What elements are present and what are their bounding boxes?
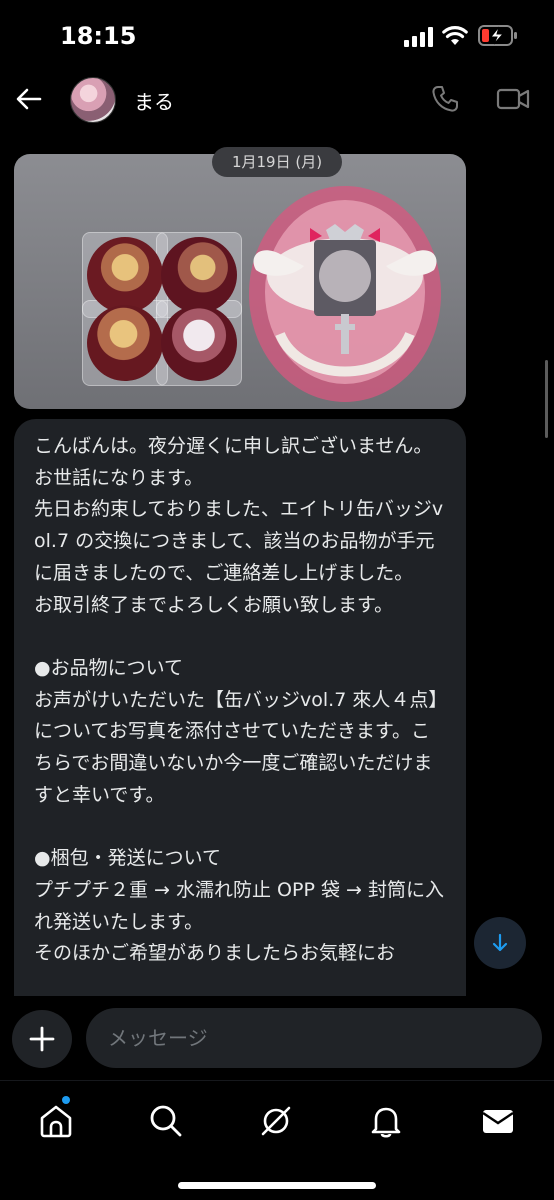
bell-icon[interactable] [366, 1101, 406, 1141]
phone-icon[interactable] [430, 84, 460, 114]
conversation-header: まる [0, 74, 554, 126]
badge-rosette [249, 186, 441, 402]
video-icon[interactable] [496, 85, 530, 113]
home-icon[interactable] [36, 1101, 76, 1141]
search-icon[interactable] [146, 1101, 186, 1141]
conversation-user-name[interactable]: まる [134, 86, 174, 115]
cellular-signal-icon [404, 27, 433, 47]
message-photo[interactable] [14, 154, 466, 409]
date-separator: 1月19日 (月) [212, 147, 342, 177]
message-bubble: こんばんは。夜分遅くに申し訳ございません。お世話になります。 先日お約束しており… [14, 419, 466, 1019]
back-arrow-icon[interactable] [14, 84, 44, 114]
home-indicator [178, 1182, 376, 1189]
add-attachment-button[interactable] [12, 1010, 72, 1068]
status-bar: 18:15 [0, 0, 554, 74]
message-input[interactable] [86, 1008, 542, 1068]
scroll-to-bottom-button[interactable] [474, 917, 526, 969]
status-time: 18:15 [60, 22, 137, 50]
message-composer [0, 996, 554, 1080]
scrollbar[interactable] [545, 360, 548, 438]
avatar[interactable] [70, 77, 116, 123]
grok-icon[interactable] [256, 1101, 296, 1141]
plus-icon [29, 1026, 55, 1052]
battery-low-charging-icon [478, 25, 517, 46]
wifi-icon [442, 26, 468, 45]
message-text: こんばんは。夜分遅くに申し訳ございません。お世話になります。 先日お約束しており… [34, 435, 448, 965]
notification-dot [62, 1096, 70, 1104]
can-badge [87, 237, 163, 313]
can-badge [161, 305, 237, 381]
can-badge [87, 305, 163, 381]
mail-icon[interactable] [478, 1101, 518, 1141]
can-badge [161, 237, 237, 313]
arrow-down-icon [492, 933, 508, 952]
